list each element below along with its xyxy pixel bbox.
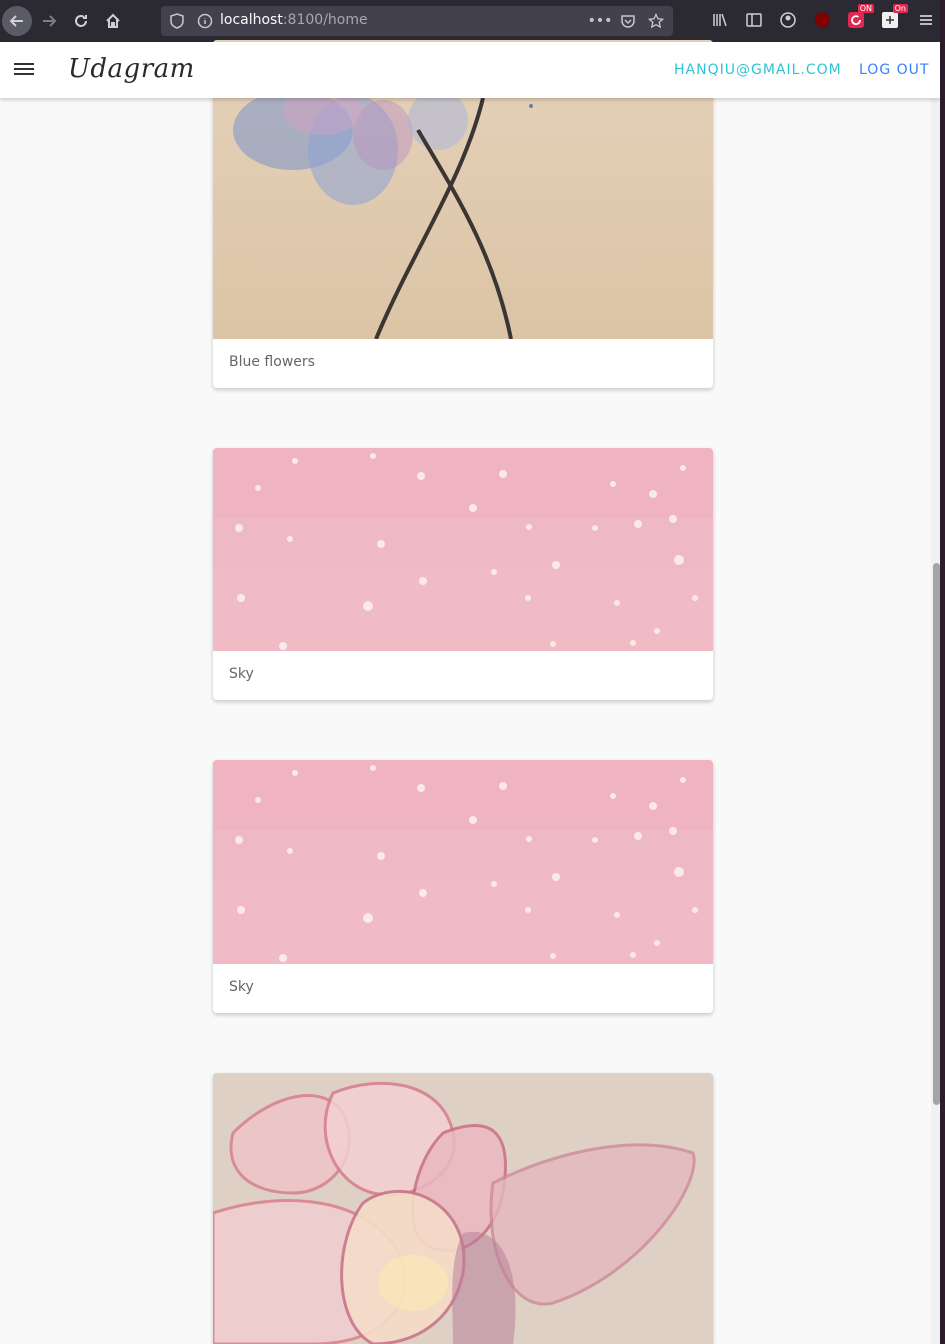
extension-icon[interactable]: On [880,4,908,30]
back-button[interactable] [2,6,32,36]
feed-caption: Sky [229,979,254,995]
feed-image [213,1073,713,1344]
feed-card [213,1073,713,1344]
home-button[interactable] [98,6,128,36]
library-icon[interactable] [710,10,730,30]
browser-menu-icon[interactable] [917,11,935,33]
address-bar[interactable]: localhost:8100/home ••• [161,6,673,36]
feed-card: Sky [213,448,713,700]
scrollbar-thumb[interactable] [933,563,940,1105]
window-edge [940,0,945,1344]
sidebar-icon[interactable] [744,10,764,30]
ublock-icon[interactable] [812,10,832,30]
logout-button[interactable]: LOG OUT [859,62,929,78]
extension-badge: ON [857,4,874,13]
url-path: :8100/home [282,12,368,28]
user-email-link[interactable]: HANQIU@GMAIL.COM [674,62,842,78]
browser-toolbar: localhost:8100/home ••• ON On [0,0,945,42]
account-icon[interactable] [778,10,798,30]
menu-icon[interactable] [14,60,34,80]
pink-lotus-image [213,1073,713,1344]
shield-icon[interactable] [169,13,185,33]
extension-refresh-icon[interactable]: ON [846,4,874,30]
pocket-icon[interactable] [619,12,637,30]
forward-button[interactable] [34,6,64,36]
url-text[interactable]: localhost:8100/home [220,12,368,28]
feed-image [213,448,713,651]
pink-sky-image [213,448,713,651]
bookmark-star-icon[interactable] [647,12,665,30]
extension-badge-2: On [892,4,908,13]
arrow-right-icon [43,15,57,27]
brand-logo: Udagram [68,54,195,84]
reload-button[interactable] [66,6,96,36]
feed-caption: Sky [229,666,254,682]
feed-caption: Blue flowers [229,354,315,370]
feed-image [213,760,713,964]
more-actions-icon[interactable]: ••• [588,12,613,30]
pink-sky-image [213,760,713,964]
app-header: Udagram HANQIU@GMAIL.COM LOG OUT [0,42,940,98]
info-icon[interactable] [197,13,213,33]
arrow-left-icon [9,15,23,27]
home-icon [106,13,120,28]
feed-card: Sky [213,760,713,1013]
reload-icon [75,15,87,27]
url-host: localhost [220,12,283,28]
